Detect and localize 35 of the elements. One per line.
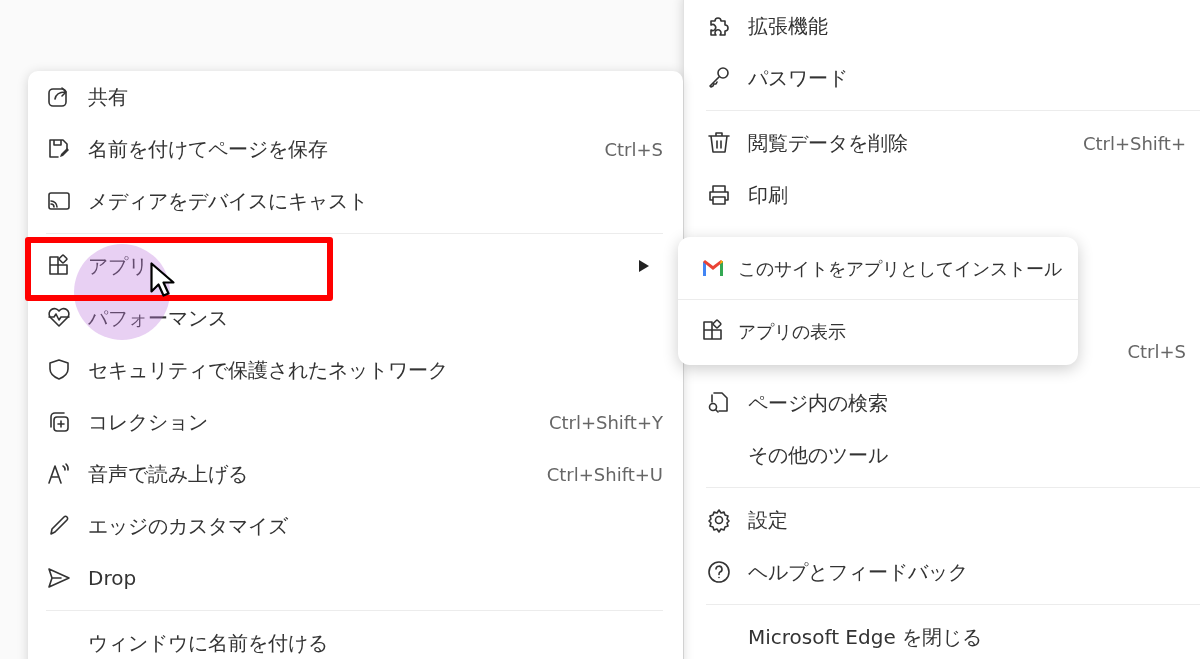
- shortcut-text: Ctrl+Shift+U: [546, 462, 663, 487]
- menu-item[interactable]: ウィンドウに名前を付ける: [46, 617, 663, 659]
- help-icon: [706, 559, 732, 585]
- shortcut-text: Ctrl+Shift+Y: [548, 410, 663, 435]
- menu-item[interactable]: 名前を付けてページを保存 Ctrl+S: [46, 123, 663, 175]
- menu-item[interactable]: パスワード: [706, 52, 1200, 104]
- menu-item[interactable]: 拡張機能: [706, 0, 1200, 52]
- menu-item[interactable]: ヘルプとフィードバック: [706, 546, 1200, 598]
- menu-item[interactable]: ページ内の検索: [706, 377, 1200, 429]
- menu-item[interactable]: Drop: [46, 552, 663, 604]
- menu-item[interactable]: その他のツール: [706, 429, 1200, 481]
- shortcut-text: Ctrl+S: [1127, 339, 1186, 364]
- read-aloud-icon: [46, 461, 72, 487]
- submenu-arrow-icon: [639, 260, 649, 272]
- shortcut-text: Ctrl+Shift+: [1082, 131, 1186, 156]
- menu-item[interactable]: エッジのカスタマイズ: [46, 500, 663, 552]
- menu-item[interactable]: コレクション Ctrl+Shift+Y: [46, 396, 663, 448]
- menu-item[interactable]: Microsoft Edge を閉じる: [706, 611, 1200, 659]
- send-icon: [46, 565, 72, 591]
- mouse-pointer-icon: [150, 262, 176, 298]
- menu-item[interactable]: 設定: [706, 494, 1200, 546]
- menu-item[interactable]: このサイトをアプリとしてインストール: [700, 237, 1064, 299]
- settings-icon: [706, 507, 732, 533]
- menu-item[interactable]: メディアをデバイスにキャスト: [46, 175, 663, 227]
- trash-icon: [706, 130, 732, 156]
- menu-item[interactable]: 共有: [46, 71, 663, 123]
- menu-item[interactable]: 閲覧データを削除 Ctrl+Shift+: [706, 117, 1200, 169]
- shield-icon: [46, 357, 72, 383]
- key-icon: [706, 65, 732, 91]
- printer-icon: [706, 182, 732, 208]
- shortcut-text: Ctrl+S: [604, 137, 663, 162]
- menu-item[interactable]: 印刷: [706, 169, 1200, 221]
- menu-item[interactable]: セキュリティで保護されたネットワーク: [46, 344, 663, 396]
- menu-item[interactable]: 音声で読み上げる Ctrl+Shift+U: [46, 448, 663, 500]
- menu-item[interactable]: アプリの表示: [700, 300, 1064, 362]
